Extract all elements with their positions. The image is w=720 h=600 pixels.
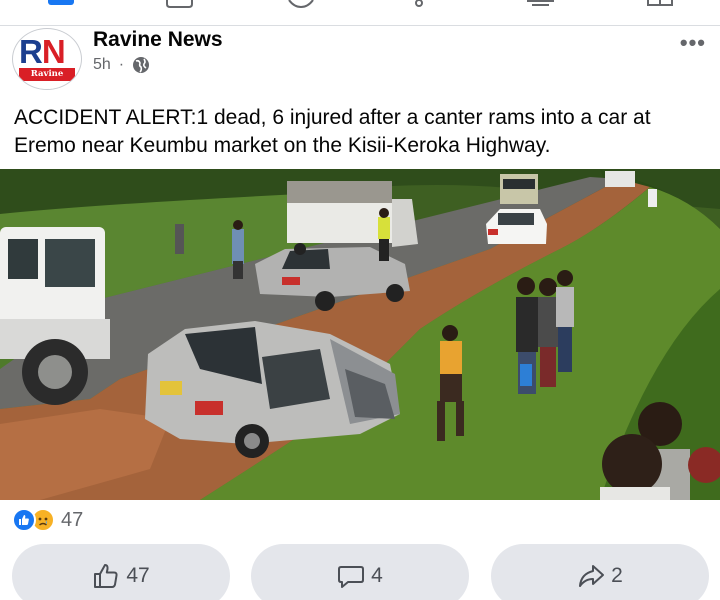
reaction-count: 47 [61,508,84,531]
like-icon [12,508,36,532]
comment-button[interactable]: 4 [251,544,469,600]
like-button[interactable]: 47 [12,544,230,600]
comment-count: 4 [371,564,383,587]
post-photo[interactable] [0,169,720,500]
video-icon [166,0,193,8]
thumbs-up-icon [94,564,118,588]
chat-bubble-icon [288,0,314,8]
tab-notifications[interactable] [404,0,434,10]
bell-icon [415,0,423,7]
reaction-summary[interactable]: 47 [12,506,83,534]
tab-marketplace[interactable] [524,0,558,10]
tab-messenger[interactable] [286,0,316,10]
share-icon [579,565,605,587]
post-text: ACCIDENT ALERT:1 dead, 6 injured after a… [14,106,651,157]
like-count: 47 [126,564,150,587]
home-tab-indicator [48,0,74,5]
post-actions: 47 4 2 [0,542,720,600]
avatar-caption: Ravine News [19,68,75,89]
store-icon [527,0,554,6]
meta-separator: · [118,56,125,73]
menu-icon [647,0,673,6]
more-options-button[interactable]: ••• [680,30,706,56]
page-name[interactable]: Ravine News [93,28,223,52]
post-header: RN Ravine News Ravine News 5h · ••• [0,26,720,96]
tab-menu[interactable] [645,0,675,10]
accident-scene-image [0,169,720,500]
post-time[interactable]: 5h [93,56,111,74]
share-count: 2 [611,564,623,587]
top-tab-bar [0,0,720,26]
tab-video[interactable] [165,0,195,10]
post-meta: 5h · [93,56,150,74]
globe-icon [133,57,150,73]
comment-icon [338,566,365,588]
tab-home[interactable] [40,0,80,10]
avatar[interactable]: RN Ravine News [12,28,82,90]
avatar-logo: RN [19,33,66,70]
share-button[interactable]: 2 [491,544,709,600]
